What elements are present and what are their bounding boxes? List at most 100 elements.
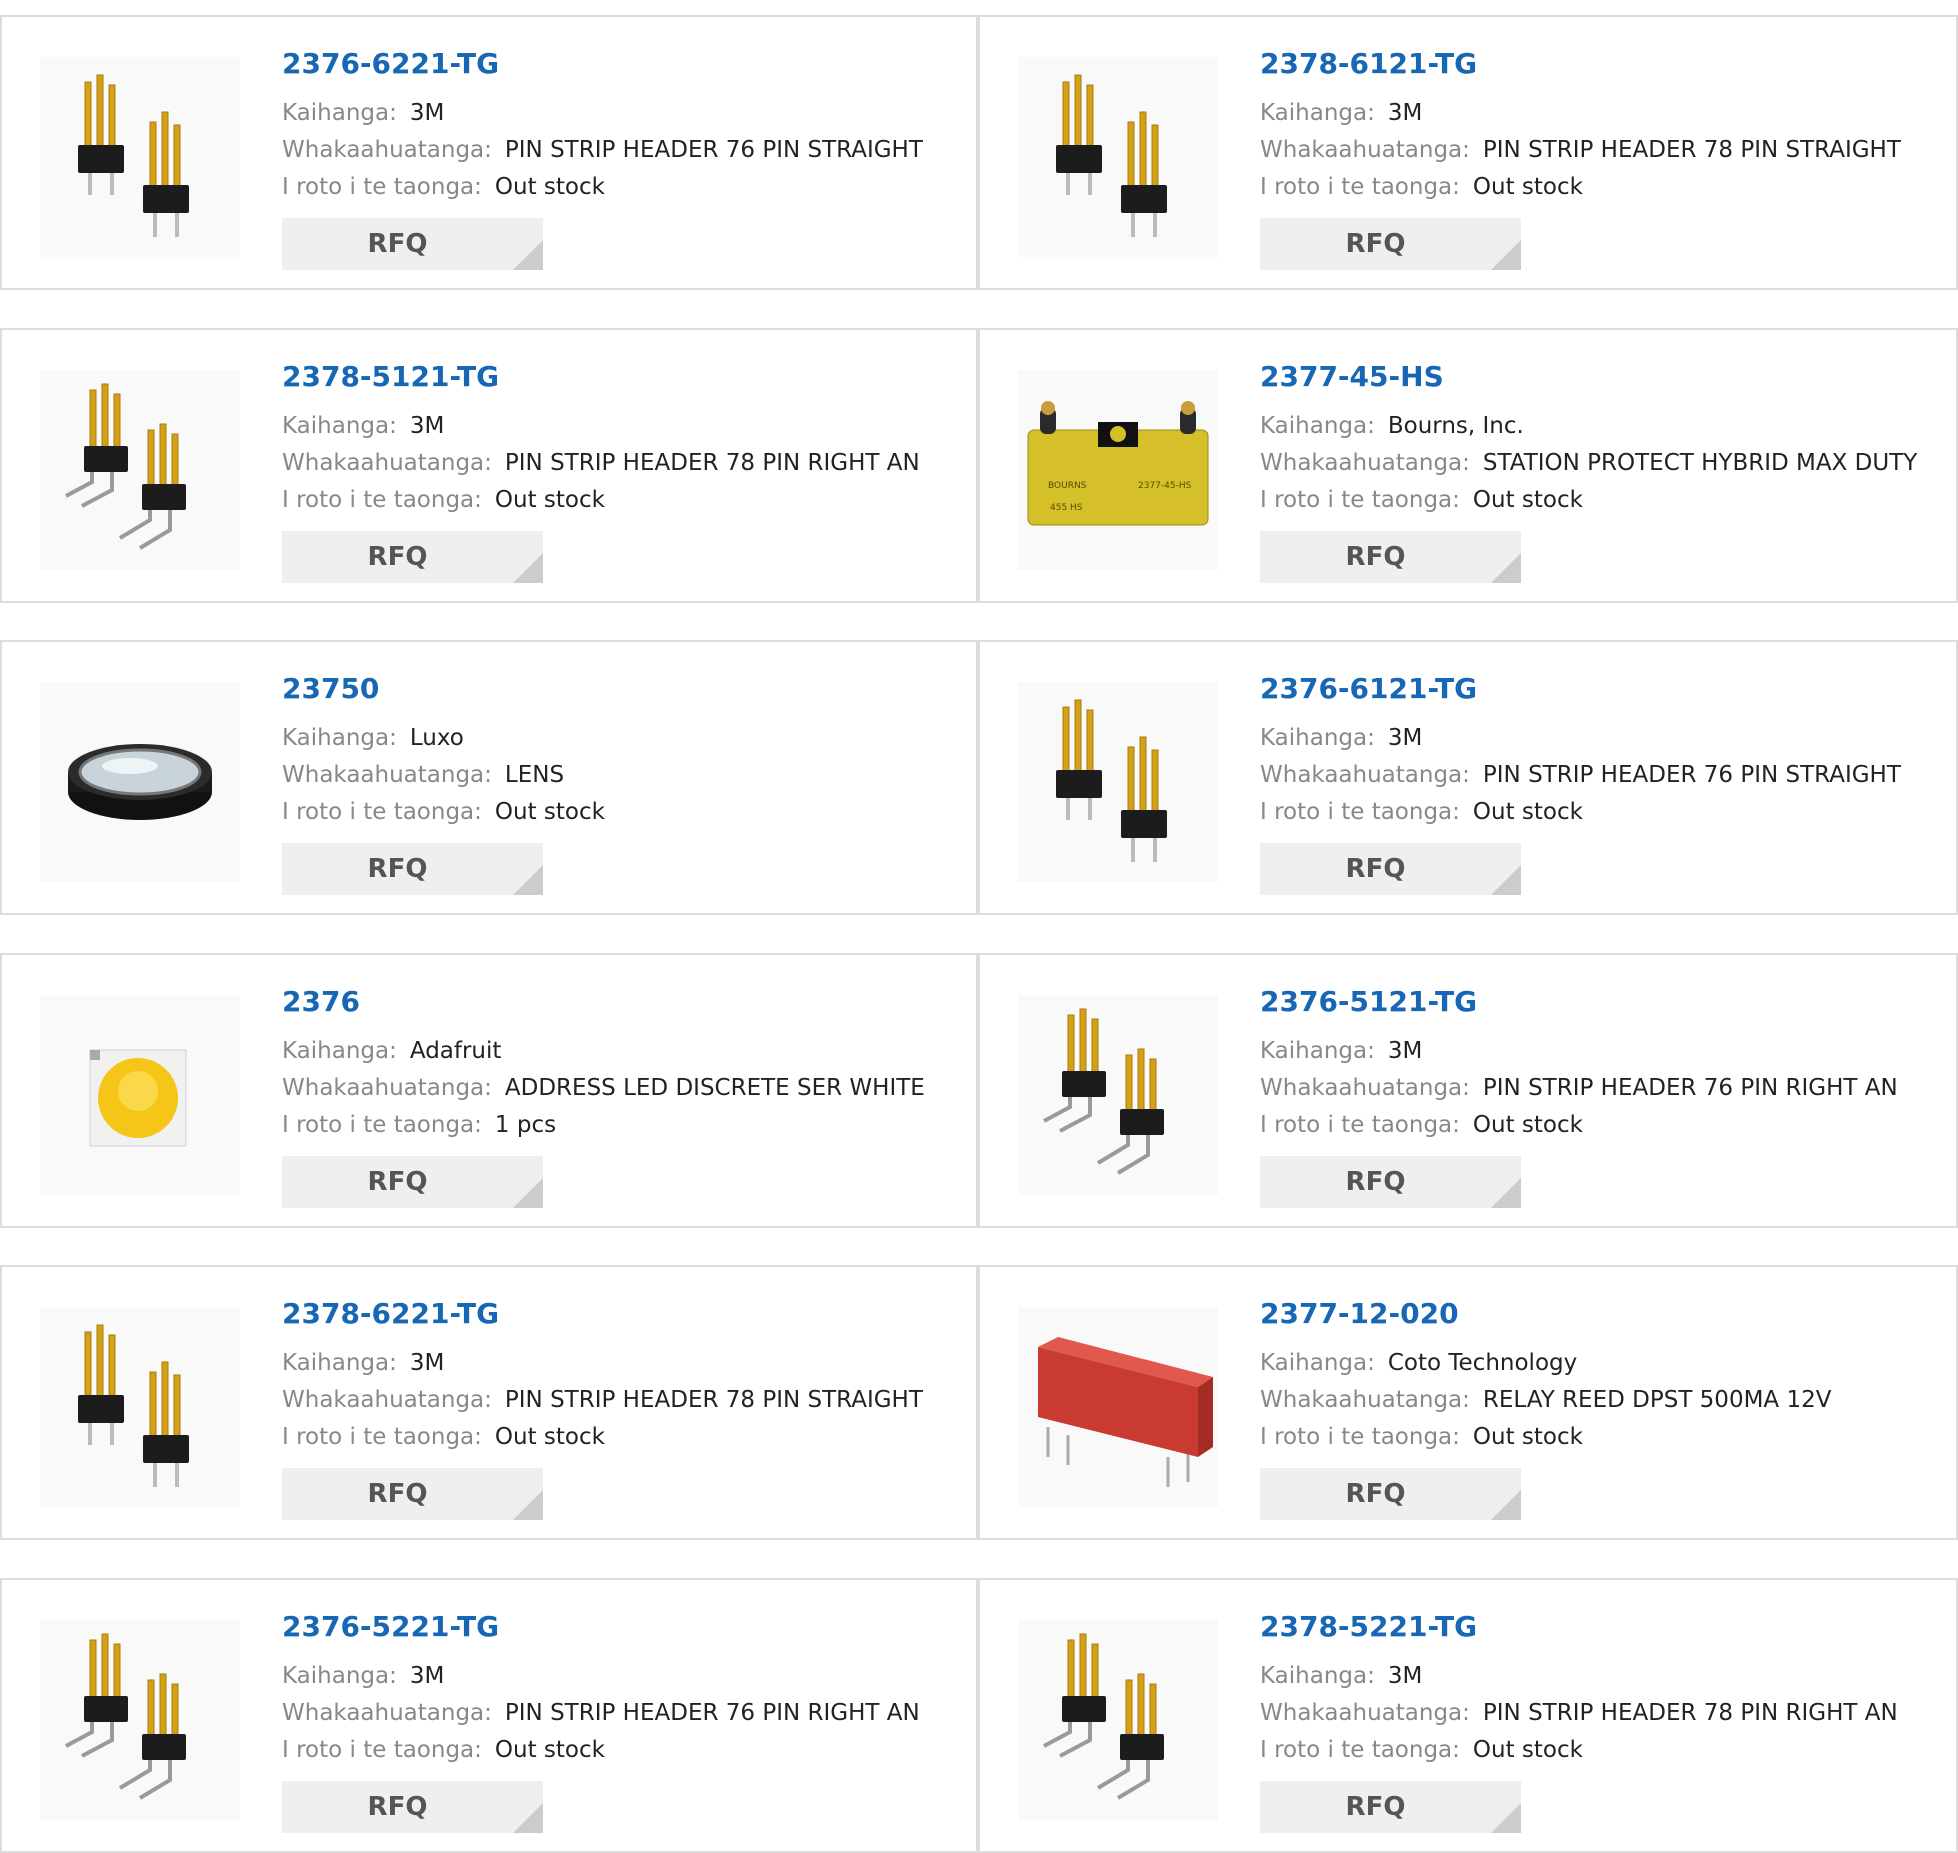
stock-row: I roto i te taonga: Out stock [282, 487, 605, 513]
description-label: Whakaahuatanga: [1260, 762, 1470, 788]
description-row: Whakaahuatanga: PIN STRIP HEADER 76 PIN S… [282, 137, 923, 163]
stock-label: I roto i te taonga: [1260, 1736, 1460, 1763]
rfq-button-label: RFQ [1345, 1791, 1406, 1822]
corner-triangle-icon [1491, 865, 1521, 895]
manufacturer-row: Kaihanga: Coto Technology [1260, 1350, 1577, 1376]
product-card: 2377-12-020 Kaihanga: Coto Technology Wha… [978, 1265, 1958, 1540]
product-image[interactable] [1018, 682, 1218, 882]
rfq-button-label: RFQ [1345, 1479, 1406, 1509]
description-row: Whakaahuatanga: PIN STRIP HEADER 78 PIN R… [1260, 1700, 1898, 1726]
manufacturer-value: 3M [409, 412, 445, 439]
product-image[interactable] [40, 1619, 240, 1820]
manufacturer-label: Kaihanga: [1260, 1662, 1375, 1689]
product-card: 2376 Kaihanga: Adafruit Whakaahuatanga: AD… [0, 952, 978, 1228]
rfq-button[interactable]: RFQ [1260, 1468, 1521, 1520]
rfq-button-label: RFQ [1345, 541, 1406, 572]
manufacturer-row: Kaihanga: 3M [282, 413, 444, 439]
product-image[interactable] [40, 369, 240, 570]
part-number-link[interactable]: 2378-5121-TG [282, 360, 499, 393]
stock-label: I roto i te taonga: [282, 174, 482, 200]
description-row: Whakaahuatanga: PIN STRIP HEADER 76 PIN R… [1260, 1075, 1898, 1101]
manufacturer-value: 3M [409, 1350, 445, 1376]
description-label: Whakaahuatanga: [282, 1074, 492, 1101]
stock-label: I roto i te taonga: [282, 486, 482, 513]
stock-row: I roto i te taonga: Out stock [1260, 799, 1583, 825]
rfq-button-label: RFQ [367, 229, 428, 259]
stock-value: Out stock [1472, 1424, 1583, 1450]
part-number-link[interactable]: 2376-6121-TG [1260, 672, 1477, 705]
description-value: PIN STRIP HEADER 76 PIN RIGHT AN [504, 1699, 920, 1726]
description-value: STATION PROTECT HYBRID MAX DUTY [1482, 449, 1918, 476]
rfq-button[interactable]: RFQ [1260, 218, 1521, 270]
rfq-button-label: RFQ [367, 541, 428, 572]
product-image[interactable] [40, 682, 240, 882]
stock-row: I roto i te taonga: Out stock [282, 174, 605, 200]
description-value: PIN STRIP HEADER 78 PIN RIGHT AN [1482, 1699, 1898, 1726]
rfq-button[interactable]: RFQ [282, 1155, 543, 1208]
part-number-link[interactable]: 2376-5221-TG [282, 1610, 499, 1643]
part-number-link[interactable]: 2376 [282, 985, 360, 1018]
rfq-button[interactable]: RFQ [282, 530, 543, 583]
product-image[interactable] [40, 57, 240, 257]
rfq-button[interactable]: RFQ [282, 1780, 543, 1833]
rfq-button-label: RFQ [1345, 1166, 1406, 1197]
part-number-link[interactable]: 2377-45-HS [1260, 360, 1444, 393]
part-number-link[interactable]: 2378-6221-TG [282, 1297, 499, 1330]
rfq-button[interactable]: RFQ [282, 218, 543, 270]
product-image[interactable] [1018, 1619, 1218, 1820]
stock-value: Out stock [1472, 1111, 1583, 1138]
product-image[interactable]: BOURNS 455 HS 2377-45-HS [1018, 369, 1218, 570]
part-number-link[interactable]: 23750 [282, 672, 379, 705]
rfq-button[interactable]: RFQ [1260, 1155, 1521, 1208]
part-number-link[interactable]: 2376-6221-TG [282, 47, 499, 80]
stock-label: I roto i te taonga: [1260, 1111, 1460, 1138]
rfq-button[interactable]: RFQ [282, 843, 543, 895]
description-row: Whakaahuatanga: PIN STRIP HEADER 78 PIN R… [282, 450, 920, 476]
manufacturer-label: Kaihanga: [282, 1037, 397, 1064]
manufacturer-label: Kaihanga: [1260, 412, 1375, 439]
part-number-link[interactable]: 2376-5121-TG [1260, 985, 1477, 1018]
stock-label: I roto i te taonga: [282, 1111, 482, 1138]
manufacturer-row: Kaihanga: 3M [1260, 100, 1422, 126]
rfq-button[interactable]: RFQ [1260, 1780, 1521, 1833]
stock-row: I roto i te taonga: Out stock [1260, 174, 1583, 200]
product-card: BOURNS 455 HS 2377-45-HS 2377-45-HS Kaihan… [978, 327, 1958, 603]
product-image[interactable] [1018, 1307, 1218, 1507]
pin-header-straight-icon [78, 1324, 189, 1487]
stock-value: Out stock [1472, 1736, 1583, 1763]
product-card: 2376-5121-TG Kaihanga: 3M Whakaahuatanga:… [978, 952, 1958, 1228]
stock-value: 1 pcs [494, 1111, 557, 1138]
manufacturer-row: Kaihanga: 3M [1260, 1663, 1422, 1689]
product-image[interactable] [40, 1307, 240, 1507]
manufacturer-value: 3M [1387, 100, 1423, 126]
description-value: PIN STRIP HEADER 78 PIN STRAIGHT [1482, 137, 1901, 163]
description-label: Whakaahuatanga: [1260, 449, 1470, 476]
rfq-button[interactable]: RFQ [1260, 843, 1521, 895]
led-icon [89, 1049, 187, 1146]
stock-row: I roto i te taonga: 1 pcs [282, 1112, 556, 1138]
part-number-link[interactable]: 2378-5221-TG [1260, 1610, 1477, 1643]
description-label: Whakaahuatanga: [282, 137, 492, 163]
manufacturer-value: Adafruit [409, 1037, 502, 1064]
part-number-link[interactable]: 2377-12-020 [1260, 1297, 1459, 1330]
stock-value: Out stock [1472, 799, 1583, 825]
description-value: RELAY REED DPST 500MA 12V [1482, 1387, 1832, 1413]
description-row: Whakaahuatanga: PIN STRIP HEADER 78 PIN S… [282, 1387, 923, 1413]
product-image[interactable] [1018, 57, 1218, 257]
part-number-link[interactable]: 2378-6121-TG [1260, 47, 1477, 80]
svg-text:2377-45-HS: 2377-45-HS [1138, 481, 1192, 491]
manufacturer-label: Kaihanga: [282, 100, 397, 126]
corner-triangle-icon [513, 240, 543, 270]
stock-value: Out stock [494, 1736, 605, 1763]
rfq-button[interactable]: RFQ [282, 1468, 543, 1520]
description-value: ADDRESS LED DISCRETE SER WHITE [504, 1074, 925, 1101]
corner-triangle-icon [1491, 1490, 1521, 1520]
product-image[interactable] [40, 994, 240, 1195]
stock-row: I roto i te taonga: Out stock [282, 799, 605, 825]
rfq-button[interactable]: RFQ [1260, 530, 1521, 583]
manufacturer-label: Kaihanga: [282, 1350, 397, 1376]
pin-header-right-angle-icon [65, 383, 186, 550]
description-label: Whakaahuatanga: [282, 1699, 492, 1726]
product-image[interactable] [1018, 994, 1218, 1195]
pin-header-right-angle-icon [65, 1633, 186, 1800]
